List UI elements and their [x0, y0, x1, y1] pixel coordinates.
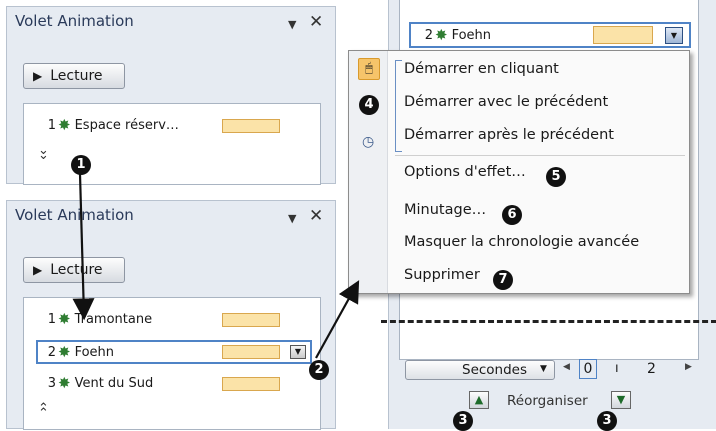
- callout-2: 2: [309, 360, 329, 380]
- arrow-2: [315, 280, 360, 359]
- callout-3-down: 3: [597, 411, 617, 431]
- callout-6: 6: [502, 205, 522, 225]
- callout-3-up: 3: [453, 411, 473, 431]
- arrow-1: [72, 173, 95, 321]
- callout-7: 7: [493, 270, 513, 290]
- annotation-arrows: [72, 173, 360, 359]
- callout-4: 4: [359, 95, 379, 115]
- callout-5: 5: [546, 167, 566, 187]
- callout-1: 1: [71, 155, 91, 175]
